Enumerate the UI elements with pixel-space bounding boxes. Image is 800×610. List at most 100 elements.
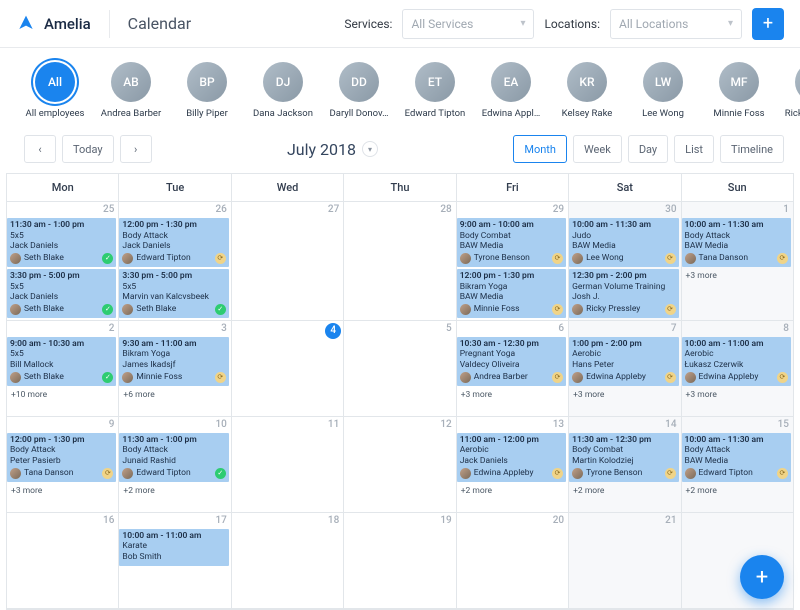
more-events[interactable]: +3 more [457,388,568,402]
day-cell[interactable]: 5 [344,321,456,417]
employee-filter[interactable]: RPRicky Pressley [784,62,800,119]
calendar-event[interactable]: 12:00 pm - 1:30 pmBody AttackPeter Pasie… [7,433,116,482]
services-label: Services: [344,17,392,31]
day-cell[interactable]: 12 [344,417,456,513]
calendar-event[interactable]: 10:30 am - 12:30 pmPregnant YogaValdecy … [457,337,566,386]
calendar-event[interactable]: 12:30 pm - 2:00 pmGerman Volume Training… [569,269,678,318]
prev-button[interactable]: ‹ [24,135,56,163]
day-cell[interactable]: 1510:00 am - 11:30 amBody AttackBAW Medi… [682,417,794,513]
person-avatar [685,372,696,383]
view-day[interactable]: Day [628,135,668,163]
locations-select[interactable]: All Locations ▾ [610,9,742,39]
calendar-event[interactable]: 11:30 am - 1:00 pm5x5Jack DanielsSeth Bl… [7,218,116,267]
day-cell[interactable]: 3010:00 am - 11:30 amJudoBAW MediaLee Wo… [569,202,681,321]
person-avatar [572,304,583,315]
avatar: MF [719,62,759,102]
today-button[interactable]: Today [62,135,114,163]
calendar-event[interactable]: 11:30 am - 12:30 pmBody CombatMartin Kol… [569,433,678,482]
day-cell[interactable]: 1710:00 am - 11:00 amKarateBob Smith [119,513,231,609]
day-cell[interactable]: 1011:30 am - 1:00 pmBody AttackJunaid Ra… [119,417,231,513]
more-events[interactable]: +3 more [569,388,680,402]
employee-name: Andrea Barber [100,108,162,119]
calendar-event[interactable]: 1:00 pm - 2:00 pmAerobicHans PeterEdwina… [569,337,678,386]
day-cell[interactable]: 13 11:00 am - 12:00 pmAerobicJack Daniels… [457,417,569,513]
view-timeline[interactable]: Timeline [720,135,784,163]
day-cell[interactable]: 11 [232,417,344,513]
day-cell[interactable]: 4 [232,321,344,417]
employee-filter[interactable]: ETEdward Tipton [404,62,466,119]
fab-add-button[interactable]: + [740,555,784,599]
calendar-event[interactable]: 12:00 pm - 1:30 pmBody AttackJack Daniel… [119,218,228,267]
day-header: Fri [457,174,569,202]
check-icon: ✓ [215,304,226,315]
view-month[interactable]: Month [513,135,567,163]
day-cell[interactable]: 26 12:00 pm - 1:30 pmBody AttackJack Dani… [119,202,231,321]
employee-filter[interactable]: AllAll employees [24,62,86,119]
day-cell[interactable]: 2511:30 am - 1:00 pm5x5Jack DanielsSeth … [7,202,119,321]
day-cell[interactable]: 1411:30 am - 12:30 pmBody CombatMartin K… [569,417,681,513]
employee-filter[interactable]: MFMinnie Foss [708,62,770,119]
add-button[interactable]: + [752,8,784,40]
calendar-event[interactable]: 10:00 am - 11:30 amJudoBAW MediaLee Wong… [569,218,678,267]
calendar-event[interactable]: 9:00 am - 10:00 amBody CombatBAW MediaTy… [457,218,566,267]
day-cell[interactable]: 20 [457,513,569,609]
employee-filter[interactable]: DDDaryll Donov… [328,62,390,119]
calendar-event[interactable]: 3:30 pm - 5:00 pm5x5Marvin van Kalcvsbee… [119,269,228,318]
services-select[interactable]: All Services ▾ [402,9,534,39]
day-header: Sun [682,174,794,202]
view-week[interactable]: Week [573,135,622,163]
calendar-event[interactable]: 10:00 am - 11:30 amBody AttackBAW MediaE… [682,433,791,482]
avatar: AB [111,62,151,102]
employee-filter[interactable]: BPBilly Piper [176,62,238,119]
day-cell[interactable]: 299:00 am - 10:00 amBody CombatBAW Media… [457,202,569,321]
day-number: 13 [553,419,564,430]
calendar-event[interactable]: 10:00 am - 11:30 amBody AttackBAW MediaT… [682,218,791,267]
employee-filter[interactable]: KRKelsey Rake [556,62,618,119]
next-button[interactable]: › [120,135,152,163]
employee-filter[interactable]: LWLee Wong [632,62,694,119]
title-dropdown-icon[interactable]: ▾ [362,141,378,157]
more-events[interactable]: +3 more [682,388,793,402]
avatar: RP [795,62,800,102]
view-list[interactable]: List [674,135,714,163]
day-header: Wed [232,174,344,202]
calendar-event[interactable]: 12:00 pm - 1:30 pmBikram YogaBAW MediaMi… [457,269,566,318]
more-events[interactable]: +3 more [682,269,793,283]
employee-filter[interactable]: EAEdwina Appl… [480,62,542,119]
day-cell[interactable]: 28 [344,202,456,321]
day-cell[interactable]: 610:30 am - 12:30 pmPregnant YogaValdecy… [457,321,569,417]
employee-filter[interactable]: DJDana Jackson [252,62,314,119]
pending-icon: ⟳ [552,304,563,315]
person-avatar [122,304,133,315]
day-cell[interactable]: 27 [232,202,344,321]
employee-filter[interactable]: AB Andrea Barber [100,62,162,119]
day-cell[interactable]: 810:00 am - 11:00 amAerobicŁukasz Czerwi… [682,321,794,417]
more-events[interactable]: +2 more [457,484,568,498]
pending-icon: ⟳ [552,468,563,479]
calendar-event[interactable]: 10:00 am - 11:00 amAerobicŁukasz Czerwik… [682,337,791,386]
calendar-event[interactable]: 11:00 am - 12:00 pmAerobicJack DanielsEd… [457,433,566,482]
calendar-event[interactable]: 11:30 am - 1:00 pmBody AttackJunaid Rash… [119,433,228,482]
day-number: 26 [215,204,226,215]
calendar-event[interactable]: 9:30 am - 11:00 amBikram YogaJames Ikads… [119,337,228,386]
day-cell[interactable]: 110:00 am - 11:30 amBody AttackBAW Media… [682,202,794,321]
more-events[interactable]: +6 more [119,388,230,402]
day-cell[interactable]: 19 [344,513,456,609]
calendar-event[interactable]: 9:00 am - 10:30 am5x5Bill MallockSeth Bl… [7,337,116,386]
day-cell[interactable]: 71:00 pm - 2:00 pmAerobicHans PeterEdwin… [569,321,681,417]
day-cell[interactable]: 21 [569,513,681,609]
more-events[interactable]: +2 more [682,484,793,498]
calendar-event[interactable]: 10:00 am - 11:00 amKarateBob Smith [119,529,228,566]
day-cell[interactable]: 29:00 am - 10:30 am5x5Bill MallockSeth B… [7,321,119,417]
more-events[interactable]: +3 more [7,484,118,498]
day-cell[interactable]: 18 [232,513,344,609]
more-events[interactable]: +10 more [7,388,118,402]
locations-value: All Locations [619,17,688,31]
check-icon: ✓ [102,304,113,315]
day-cell[interactable]: 16 [7,513,119,609]
calendar-event[interactable]: 3:30 pm - 5:00 pm5x5Jack DanielsSeth Bla… [7,269,116,318]
day-cell[interactable]: 39:30 am - 11:00 amBikram YogaJames Ikad… [119,321,231,417]
day-cell[interactable]: 912:00 pm - 1:30 pmBody AttackPeter Pasi… [7,417,119,513]
more-events[interactable]: +2 more [119,484,230,498]
more-events[interactable]: +2 more [569,484,680,498]
